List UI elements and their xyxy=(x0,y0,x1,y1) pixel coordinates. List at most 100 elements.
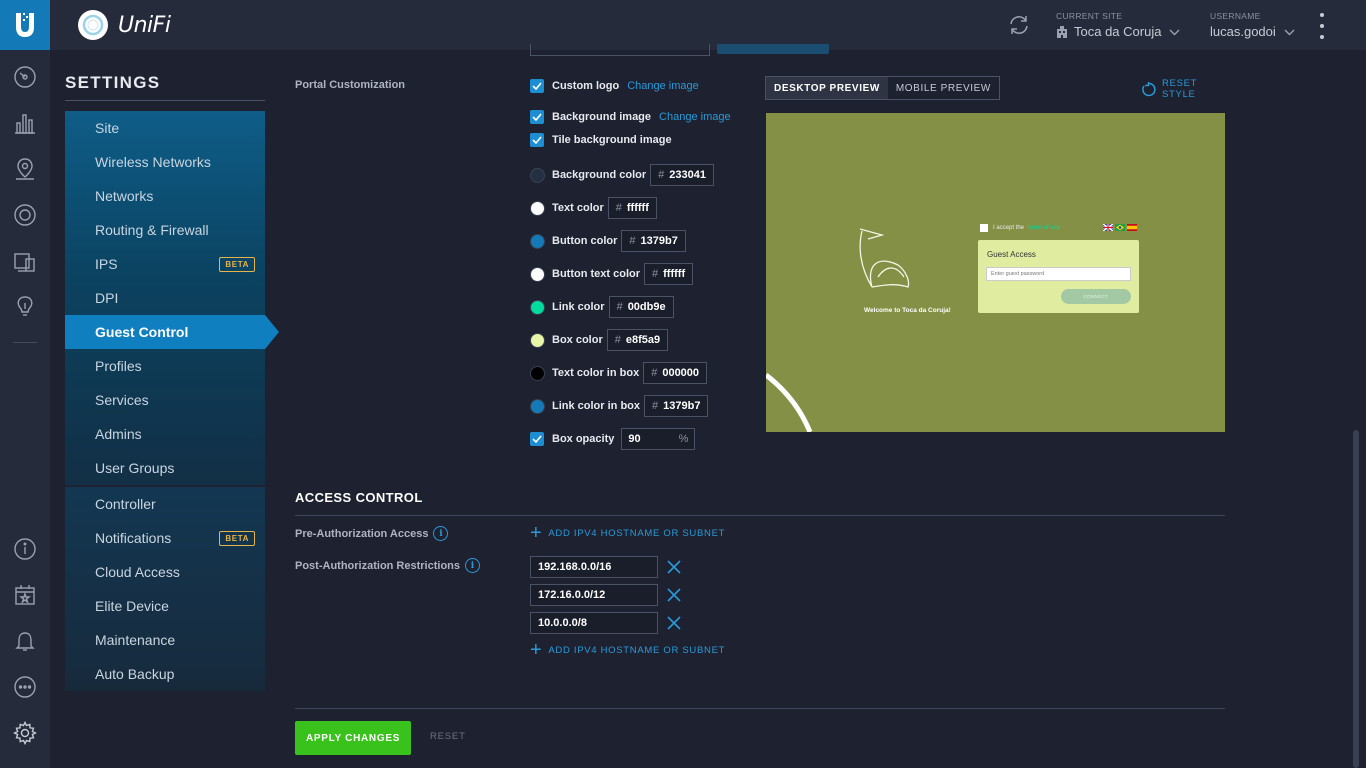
dashboard-icon[interactable] xyxy=(12,64,38,90)
sidebar-item-label: User Groups xyxy=(95,460,175,476)
background-image-checkbox[interactable] xyxy=(530,110,544,124)
box-opacity-row: Box opacity 90 % xyxy=(530,428,696,450)
remove-subnet-icon[interactable] xyxy=(666,559,682,575)
sidebar-item-dpi[interactable]: DPI xyxy=(65,281,265,315)
color-hex-input[interactable]: #1379b7 xyxy=(621,230,686,252)
subnet-input[interactable]: 10.0.0.0/8 xyxy=(530,612,658,634)
box-opacity-input[interactable]: 90 % xyxy=(621,428,696,450)
sidebar-item-site[interactable]: Site xyxy=(65,111,265,145)
sidebar-item-wireless-networks[interactable]: Wireless Networks xyxy=(65,145,265,179)
pre-auth-info-icon[interactable]: i xyxy=(433,526,449,541)
main-content: Portal Customization Custom logo Change … xyxy=(295,44,1225,768)
color-hex-input[interactable]: # e8f5a9 xyxy=(606,329,669,351)
map-icon[interactable] xyxy=(12,156,38,182)
hash-sign: # xyxy=(616,301,623,313)
sidebar-item-services[interactable]: Services xyxy=(65,383,265,417)
settings-nav: Site Wireless Networks Networks Routing & F… xyxy=(65,111,279,691)
top-bar: UniFi CURRENT SITE Toca da Coruja USERNA… xyxy=(50,0,1366,50)
unifi-logo-icon xyxy=(78,10,108,40)
truncated-button[interactable] xyxy=(717,44,829,54)
change-background-link[interactable]: Change image xyxy=(659,111,731,123)
sidebar-item-cloud-access[interactable]: Cloud Access xyxy=(65,555,265,589)
post-auth-info-icon[interactable]: i xyxy=(465,558,481,573)
color-hex-input[interactable]: #000000 xyxy=(643,362,708,384)
color-hex-input[interactable]: #233041 xyxy=(650,164,714,186)
color-row: Link color in box #1379b7 xyxy=(530,395,709,417)
sidebar-item-label: DPI xyxy=(95,290,119,306)
box-opacity-checkbox[interactable] xyxy=(530,432,544,446)
subnet-input[interactable]: 192.168.0.0/16 xyxy=(530,556,658,578)
color-swatch[interactable] xyxy=(530,233,545,249)
sidebar-item-user-groups[interactable]: User Groups xyxy=(65,451,265,485)
sidebar-item-label: Maintenance xyxy=(95,632,176,648)
sidebar-item-elite-device[interactable]: Elite Device xyxy=(65,589,265,623)
sidebar-item-maintenance[interactable]: Maintenance xyxy=(65,623,265,657)
more-menu-icon[interactable] xyxy=(1312,12,1332,40)
preview-tabs: DESKTOP PREVIEW MOBILE PREVIEW xyxy=(765,76,1000,100)
refresh-icon[interactable] xyxy=(1006,12,1032,38)
preview-welcome-text: Welcome to Toca da Coruja! xyxy=(864,307,951,314)
scrollbar[interactable] xyxy=(1353,430,1359,768)
color-swatch[interactable] xyxy=(530,266,545,282)
alerts-icon[interactable] xyxy=(12,628,38,654)
add-post-auth-button[interactable]: + ADD IPV4 HOSTNAME OR SUBNET xyxy=(530,640,725,660)
subnet-row: 10.0.0.0/8 xyxy=(530,612,682,634)
color-label: Link color xyxy=(552,301,605,313)
subnet-input[interactable]: 172.16.0.0/12 xyxy=(530,584,658,606)
clients-icon[interactable] xyxy=(12,249,38,275)
truncated-input[interactable] xyxy=(530,44,710,56)
statistics-icon[interactable] xyxy=(12,110,38,136)
sidebar-item-label: Profiles xyxy=(95,358,142,374)
tile-background-checkbox[interactable] xyxy=(530,133,544,147)
sidebar-item-guest-control[interactable]: Guest Control xyxy=(65,315,279,349)
reset-style-button[interactable]: RESET STYLE xyxy=(1141,78,1225,100)
add-pre-auth-button[interactable]: + ADD IPV4 HOSTNAME OR SUBNET xyxy=(530,523,725,543)
tab-desktop-preview[interactable]: DESKTOP PREVIEW xyxy=(766,77,888,99)
color-swatch[interactable] xyxy=(530,167,545,183)
sidebar-item-routing-firewall[interactable]: Routing & Firewall xyxy=(65,213,265,247)
sidebar-item-controller[interactable]: Controller xyxy=(65,487,265,521)
custom-logo-checkbox[interactable] xyxy=(530,79,544,93)
sidebar-item-admins[interactable]: Admins xyxy=(65,417,265,451)
color-row: Button color #1379b7 xyxy=(530,230,686,252)
reset-icon xyxy=(1141,81,1156,97)
info-icon[interactable] xyxy=(12,536,38,562)
color-hex-input[interactable]: #00db9e xyxy=(608,296,674,318)
user-menu[interactable]: USERNAME lucas.godoi xyxy=(1210,11,1295,39)
sidebar-item-networks[interactable]: Networks xyxy=(65,179,265,213)
hash-sign: # xyxy=(652,400,659,412)
sidebar-item-auto-backup[interactable]: Auto Backup xyxy=(65,657,265,691)
brand[interactable]: UniFi xyxy=(78,10,171,40)
preview-terms-link: terms of use xyxy=(1027,225,1061,231)
change-logo-link[interactable]: Change image xyxy=(627,80,699,92)
apply-changes-button[interactable]: APPLY CHANGES xyxy=(295,721,411,755)
sidebar-item-notifications[interactable]: Notifications BETA xyxy=(65,521,265,555)
color-label: Background color xyxy=(552,169,647,181)
color-swatch[interactable] xyxy=(530,299,545,315)
color-swatch[interactable] xyxy=(530,398,545,414)
reset-button[interactable]: RESET xyxy=(430,731,466,742)
insights-icon[interactable] xyxy=(12,294,38,320)
site-selector[interactable]: CURRENT SITE Toca da Coruja xyxy=(1056,11,1180,39)
color-hex-input[interactable]: # ffffff xyxy=(607,197,657,219)
sidebar-item-profiles[interactable]: Profiles xyxy=(65,349,265,383)
color-hex-input[interactable]: # ffffff xyxy=(644,263,694,285)
color-hex-input[interactable]: #1379b7 xyxy=(644,395,709,417)
sidebar-item-label: Cloud Access xyxy=(95,564,180,580)
language-flags xyxy=(1103,224,1137,231)
events-icon[interactable] xyxy=(12,582,38,608)
sidebar-item-ips[interactable]: IPS BETA xyxy=(65,247,265,281)
owl-logo-icon xyxy=(856,225,916,296)
hash-sign: # xyxy=(615,202,622,214)
color-swatch[interactable] xyxy=(530,200,545,216)
devices-icon[interactable] xyxy=(12,202,38,228)
chat-icon[interactable] xyxy=(12,674,38,700)
color-swatch[interactable] xyxy=(530,332,545,348)
ubiquiti-logo-icon[interactable] xyxy=(0,0,50,50)
preview-terms-row: I accept the terms of use xyxy=(980,224,1060,232)
remove-subnet-icon[interactable] xyxy=(666,615,682,631)
tab-mobile-preview[interactable]: MOBILE PREVIEW xyxy=(888,77,999,99)
remove-subnet-icon[interactable] xyxy=(666,587,682,603)
settings-icon[interactable] xyxy=(12,720,38,746)
color-swatch[interactable] xyxy=(530,365,545,381)
